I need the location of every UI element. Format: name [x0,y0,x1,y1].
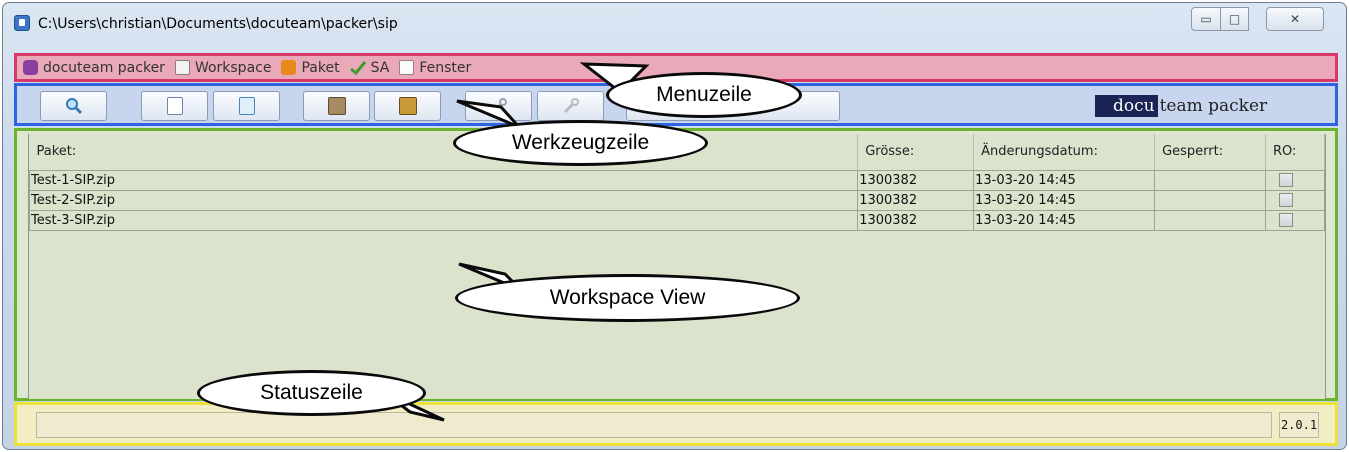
title-bar[interactable]: C:\Users\christian\Documents\docuteam\pa… [3,3,1346,47]
package-size: 1300382 [857,169,975,191]
menu-label: Fenster [419,59,472,76]
callout-text: Workspace View [549,286,706,309]
brand-logo: docu team packer [1095,95,1267,117]
ro-cell [1265,169,1325,191]
package-locked [1154,209,1267,231]
callout-statuszeile: Statuszeile [197,370,426,416]
callout-werkzeugzeile: Werkzeugzeile [453,120,708,166]
package-name: Test-2-SIP.zip [28,189,859,211]
open-button[interactable] [213,91,280,121]
package-icon [281,60,297,75]
package-table-container: Paket: Grösse: Änderungsdatum: Gesperrt:… [28,134,1326,399]
workspace-view: Paket: Grösse: Änderungsdatum: Gesperrt:… [14,128,1338,401]
edit-button[interactable] [303,91,370,121]
ro-checkbox[interactable] [1279,213,1294,227]
search-icon [65,98,82,115]
save-button[interactable] [374,91,441,121]
ro-checkbox[interactable] [1279,193,1294,207]
ro-cell [1265,189,1325,211]
package-name: Test-3-SIP.zip [28,209,859,231]
package-date: 13-03-20 14:45 [973,189,1156,211]
new-button[interactable] [141,91,208,121]
callout-workspace-view: Workspace View [455,274,800,322]
callout-text: Menuzeile [656,83,752,106]
brand-highlight: docu [1095,95,1158,117]
column-header-paket[interactable]: Paket: [29,134,859,171]
checkmark-icon [349,60,366,75]
window-title: C:\Users\christian\Documents\docuteam\pa… [38,16,398,32]
edit-icon [327,97,346,115]
status-bar: 2.0.1 [14,402,1338,446]
maximize-button[interactable]: □ [1220,7,1249,31]
ro-checkbox[interactable] [1279,173,1294,187]
window-list-icon [399,60,415,75]
version-label: 2.0.1 [1279,412,1319,438]
callout-text: Statuszeile [260,381,363,404]
package-size: 1300382 [857,189,975,211]
callout-text: Werkzeugzeile [511,131,650,154]
menu-label: Workspace [194,59,272,76]
callout-menuzeile: Menuzeile [606,72,802,118]
column-header-aenderungsdatum[interactable]: Änderungsdatum: [973,134,1156,171]
minimize-button[interactable]: ▭ [1191,7,1221,31]
package-date: 13-03-20 14:45 [973,209,1156,231]
brand-rest: team packer [1159,96,1268,116]
packer-icon [23,60,38,75]
menu-workspace[interactable]: Workspace [174,59,272,76]
close-button[interactable]: ✕ [1266,7,1324,31]
menu-docuteam-packer[interactable]: docuteam packer [23,60,165,76]
save-icon [398,97,417,115]
package-locked [1154,189,1267,211]
table-row[interactable]: Test-2-SIP.zip 1300382 13-03-20 14:45 [28,189,1325,211]
column-header-gesperrt[interactable]: Gesperrt: [1154,134,1267,171]
package-name: Test-1-SIP.zip [28,169,859,191]
column-header-groesse[interactable]: Grösse: [857,134,975,171]
table-row[interactable]: Test-3-SIP.zip 1300382 13-03-20 14:45 [28,209,1325,231]
menu-label: SA [370,59,390,76]
menu-paket[interactable]: Paket [281,59,340,76]
ro-cell [1265,209,1325,231]
menu-fenster[interactable]: Fenster [399,60,471,76]
wrench-disabled-icon [563,98,579,114]
package-date: 13-03-20 14:45 [973,169,1156,191]
search-button[interactable] [40,91,107,121]
workspace-icon [174,60,190,75]
menu-label: Paket [301,59,340,76]
menu-label: docuteam packer [43,59,165,76]
package-locked [1154,169,1267,191]
package-size: 1300382 [857,209,975,231]
app-icon [14,15,30,31]
column-header-ro[interactable]: RO: [1265,134,1325,171]
menu-sa[interactable]: SA [349,59,390,76]
table-row[interactable]: Test-1-SIP.zip 1300382 13-03-20 14:45 [28,169,1325,191]
status-message [36,412,1272,438]
application-window: C:\Users\christian\Documents\docuteam\pa… [2,2,1347,450]
open-document-icon [238,97,255,115]
new-document-icon [166,97,183,115]
